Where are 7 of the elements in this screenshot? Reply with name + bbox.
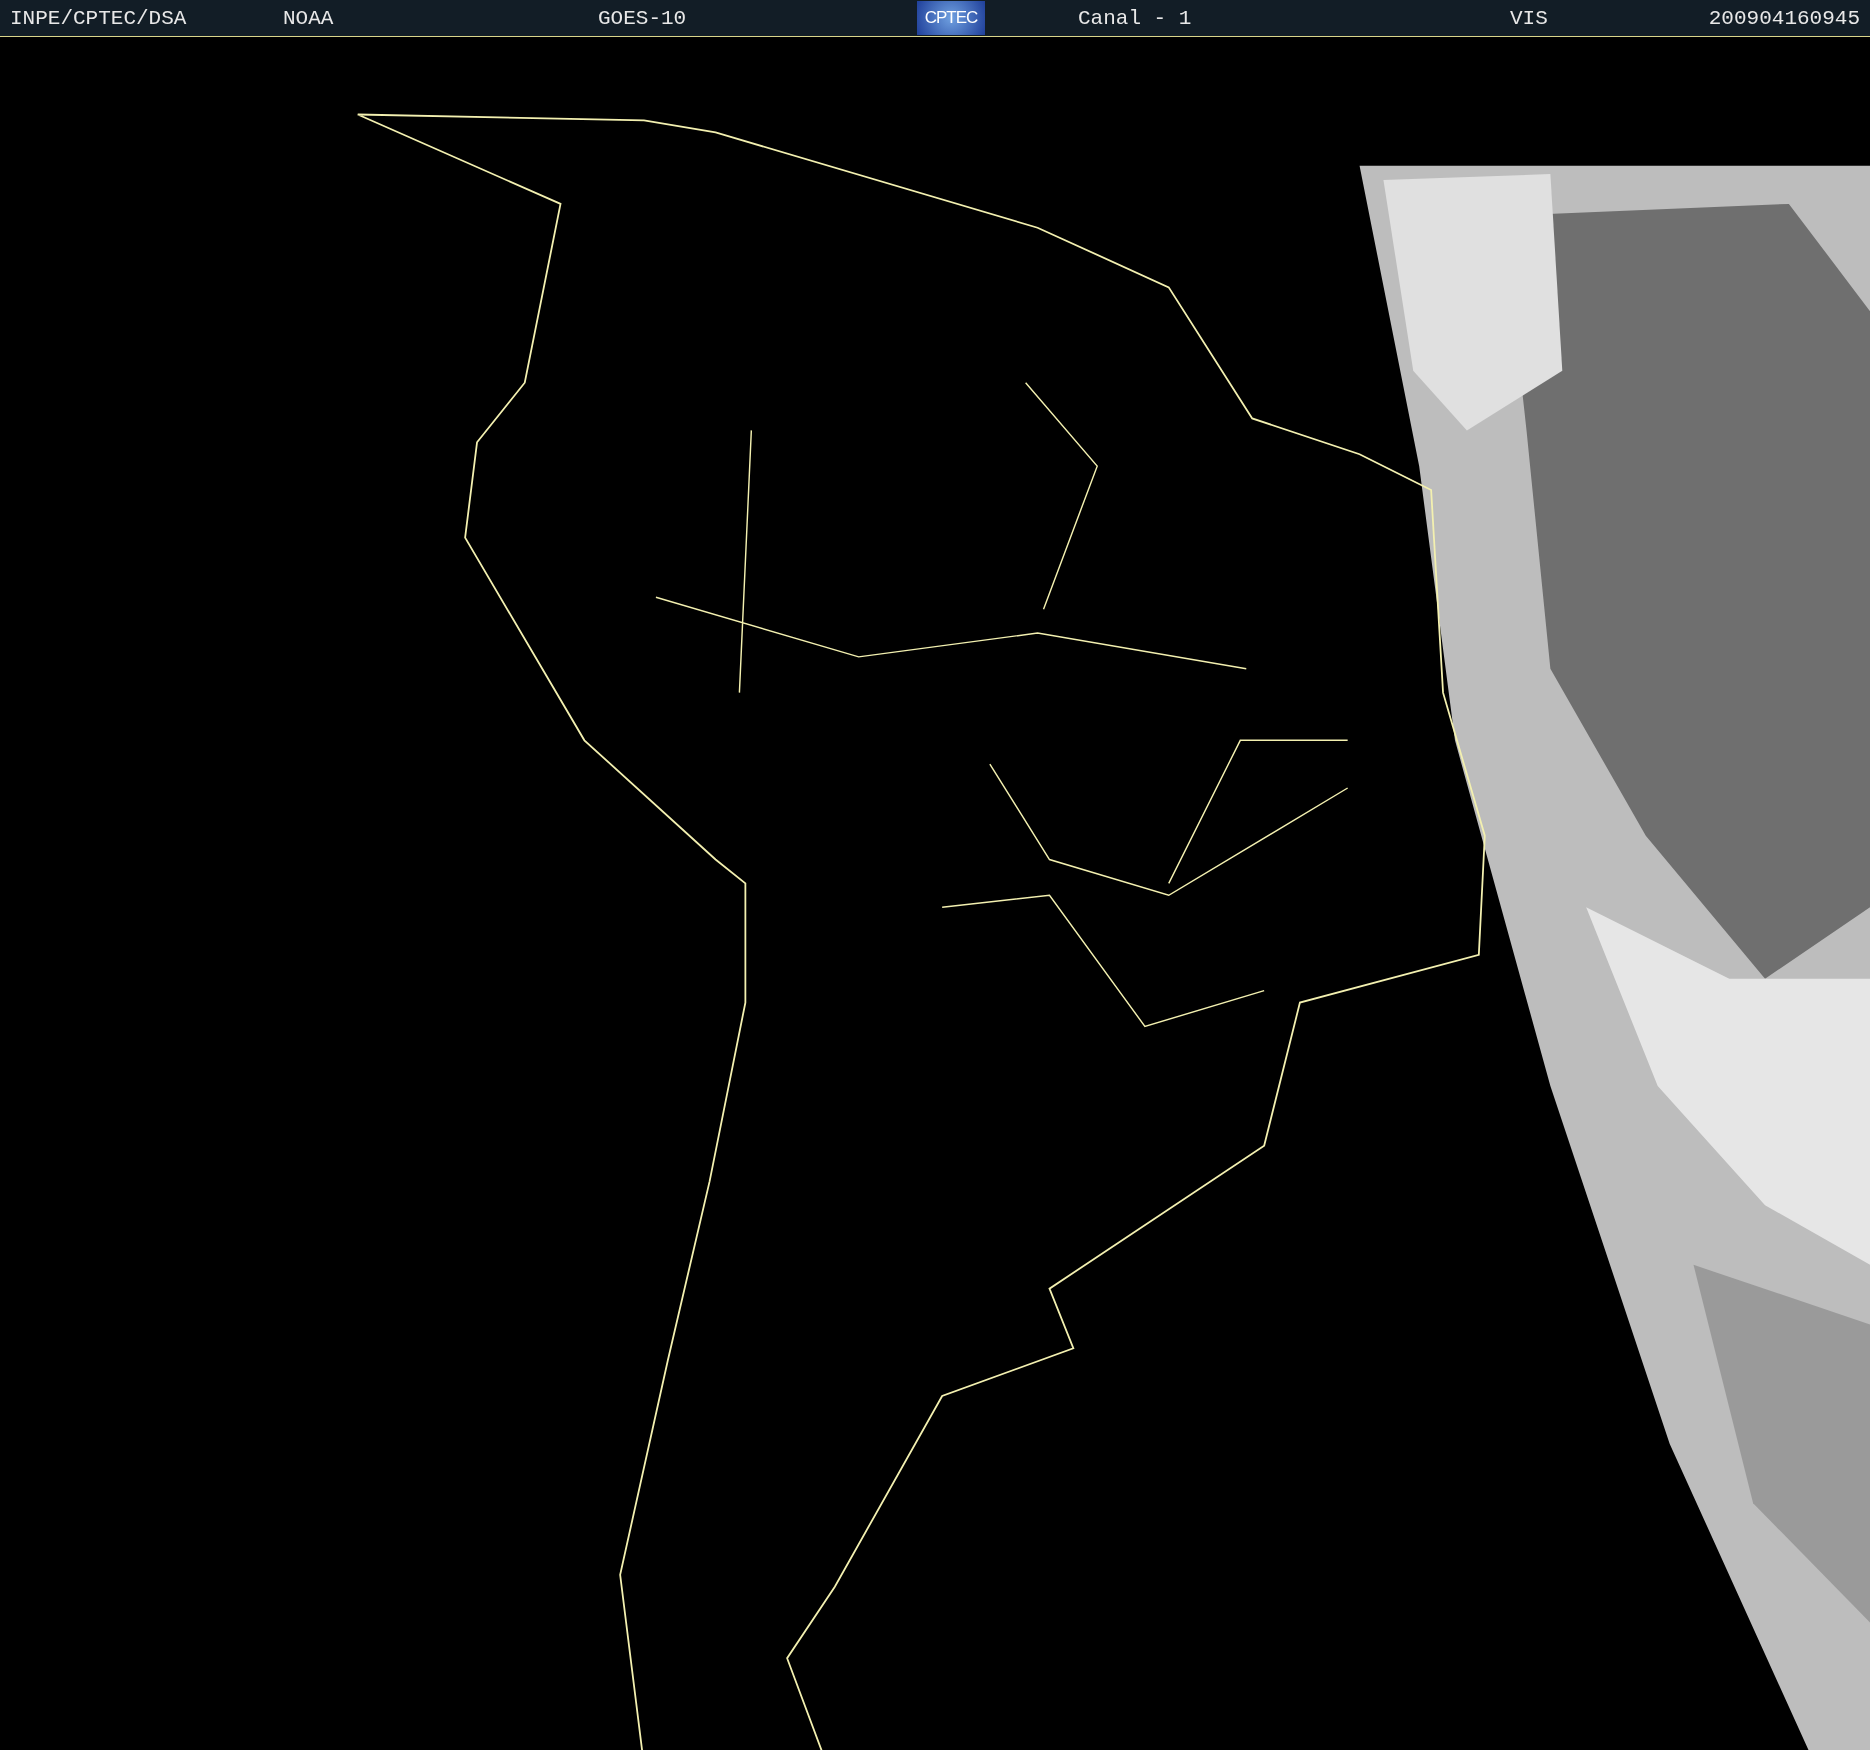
channel-label: Canal - 1 — [1078, 6, 1193, 30]
provider-label: NOAA — [283, 6, 335, 30]
logo: CPTEC — [917, 1, 985, 35]
satellite-label: GOES-10 — [598, 6, 688, 30]
band-label: VIS — [1510, 6, 1549, 30]
timestamp-label: 200904160945 — [1708, 6, 1860, 30]
agency-label: INPE/CPTEC/DSA — [10, 6, 188, 30]
